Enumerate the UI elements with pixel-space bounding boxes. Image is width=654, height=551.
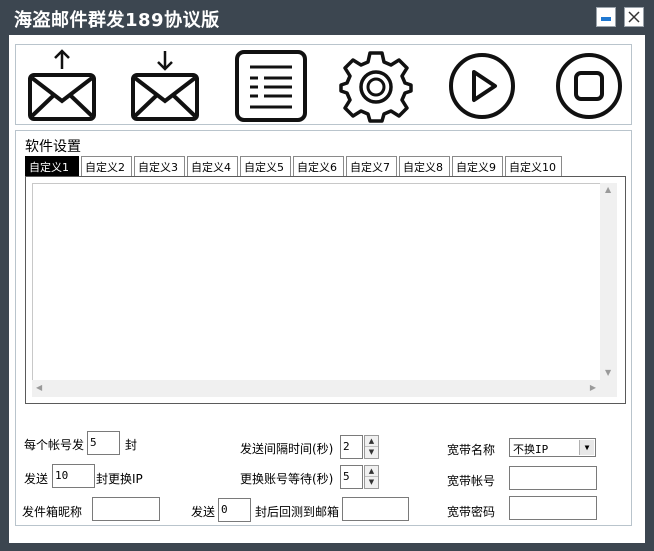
- spin-up-icon[interactable]: ▲: [365, 436, 378, 447]
- send2-label: 发送: [191, 505, 216, 519]
- app-window: 海盗邮件群发189协议版 软件设置 自定义1 自定义2 自定义3 自定义4 自定…: [0, 0, 654, 551]
- close-button[interactable]: [624, 7, 644, 27]
- send2-count-input[interactable]: 0: [218, 498, 251, 522]
- broadband-name-select[interactable]: 不换IP ▼: [509, 438, 596, 457]
- stop-icon[interactable]: [552, 49, 626, 123]
- tab-custom-1[interactable]: 自定义1: [25, 156, 79, 176]
- minimize-icon: [601, 17, 611, 21]
- spin-down-icon[interactable]: ▼: [365, 447, 378, 458]
- gear-icon[interactable]: [339, 49, 413, 123]
- sender-nick-label: 发件箱昵称: [22, 505, 83, 519]
- spin-down-icon[interactable]: ▼: [365, 477, 378, 488]
- interval-spinner[interactable]: ▲ ▼: [364, 435, 379, 459]
- send-count-input[interactable]: 10: [52, 464, 95, 488]
- per-account-input[interactable]: 5: [87, 431, 120, 455]
- tab-panel: ▲ ▼ ◀ ▶: [25, 176, 626, 404]
- window-title: 海盗邮件群发189协议版: [14, 10, 220, 31]
- broadband-account-input[interactable]: [509, 466, 597, 490]
- client-area: 软件设置 自定义1 自定义2 自定义3 自定义4 自定义5 自定义6 自定义7 …: [9, 35, 645, 543]
- broadband-password-input[interactable]: [509, 496, 597, 520]
- list-icon[interactable]: [234, 49, 308, 123]
- tab-custom-8[interactable]: 自定义8: [399, 156, 450, 176]
- switch-wait-spinner[interactable]: ▲ ▼: [364, 465, 379, 489]
- tab-custom-2[interactable]: 自定义2: [81, 156, 132, 176]
- mail-download-icon[interactable]: [129, 49, 203, 123]
- tab-custom-10[interactable]: 自定义10: [505, 156, 562, 176]
- toolbar: [15, 44, 632, 125]
- spin-up-icon[interactable]: ▲: [365, 466, 378, 477]
- broadband-name-value: 不换IP: [513, 443, 549, 456]
- settings-group-label: 软件设置: [25, 139, 81, 155]
- mail-upload-icon[interactable]: [26, 49, 100, 123]
- send-label: 发送: [24, 472, 49, 486]
- tab-custom-7[interactable]: 自定义7: [346, 156, 397, 176]
- play-icon[interactable]: [445, 49, 519, 123]
- broadband-account-label: 宽带帐号: [447, 474, 496, 488]
- switch-wait-label: 更换账号等待(秒): [240, 472, 334, 486]
- send2-suffix-label: 封后回测到邮箱: [255, 505, 340, 519]
- interval-input[interactable]: 2: [340, 435, 363, 459]
- send-suffix-label: 封更换IP: [96, 472, 143, 486]
- interval-label: 发送间隔时间(秒): [240, 442, 334, 456]
- tab-custom-6[interactable]: 自定义6: [293, 156, 344, 176]
- switch-wait-input[interactable]: 5: [340, 465, 363, 489]
- close-icon: [628, 11, 640, 23]
- sender-nick-input[interactable]: [92, 497, 160, 521]
- per-account-unit: 封: [125, 438, 138, 452]
- tab-custom-9[interactable]: 自定义9: [452, 156, 503, 176]
- custom-content-textarea[interactable]: [32, 183, 617, 397]
- broadband-password-label: 宽带密码: [447, 505, 496, 519]
- title-bar[interactable]: 海盗邮件群发189协议版: [0, 0, 654, 34]
- chevron-down-icon[interactable]: ▼: [579, 440, 594, 455]
- tab-custom-5[interactable]: 自定义5: [240, 156, 291, 176]
- test-mailbox-input[interactable]: [342, 497, 409, 521]
- broadband-name-label: 宽带名称: [447, 443, 496, 457]
- minimize-button[interactable]: [596, 7, 616, 27]
- per-account-label: 每个帐号发: [24, 438, 85, 452]
- tab-custom-4[interactable]: 自定义4: [187, 156, 238, 176]
- tab-custom-3[interactable]: 自定义3: [134, 156, 185, 176]
